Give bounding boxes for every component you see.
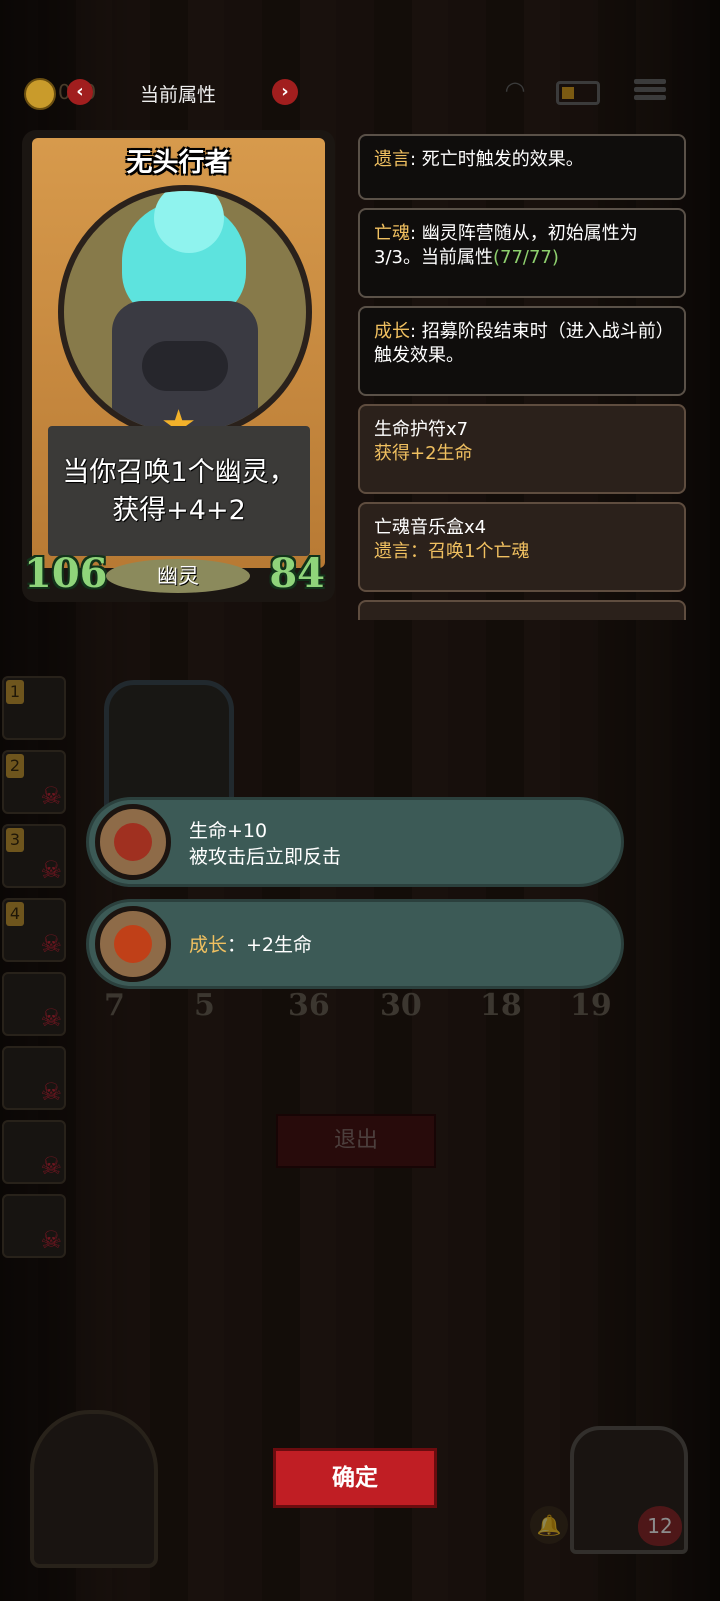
ability-text: 当你召唤1个幽灵， 获得+4+2 (48, 454, 310, 530)
tribe-label: 幽灵 (106, 559, 250, 593)
upgrade-line: ：+2生命 (227, 934, 313, 956)
upgrade-text: 生命+10 被攻击后立即反击 (189, 818, 341, 870)
ability-line: 当你召唤1个幽灵， (62, 457, 296, 488)
top-bar: 020 ‹ 当前属性 › ◠ (0, 70, 720, 120)
tooltip-keyword: 成长: 招募阶段结束时（进入战斗前）触发效果。 (358, 306, 686, 396)
tooltip-item: 亡魂音乐盒x4 遗言：召唤1个亡魂 (358, 502, 686, 592)
menu-icon[interactable] (634, 76, 666, 106)
upgrade-bar[interactable]: 成长：+2生命 (86, 899, 624, 989)
meat-icon (95, 804, 171, 880)
item-title: 生命护符x7 (374, 419, 469, 440)
tooltip-text: : 死亡时触发的效果。 (410, 149, 584, 170)
item-desc: 获得+2生命 (374, 443, 473, 464)
tooltip-item (358, 600, 686, 620)
card-stats: 106 幽灵 84 (22, 550, 335, 600)
tooltip-keyword-label: 遗言 (374, 149, 410, 170)
upgrade-keyword: 成长 (189, 934, 228, 956)
tooltip-keyword: 遗言: 死亡时触发的效果。 (358, 134, 686, 200)
ghost-flame-top (154, 191, 224, 253)
confirm-button[interactable]: 确定 (273, 1448, 437, 1508)
battery-icon (556, 81, 600, 105)
ability-line: 获得+4+2 (112, 495, 246, 526)
prev-arrow-button[interactable]: ‹ (67, 79, 93, 105)
page-title: 当前属性 (140, 84, 217, 106)
minion-card: 无头行者 ★ 当你召唤1个幽灵， 获得+4+2 106 幽灵 84 (22, 130, 335, 602)
attack-value: 106 (24, 550, 108, 597)
tooltip-keyword-label: 成长 (374, 321, 410, 342)
tooltip-current-stats: (77/77) (492, 247, 559, 268)
card-name: 无头行者 (126, 148, 231, 178)
upgrade-text: 成长：+2生命 (189, 932, 312, 958)
keyword-tooltips: 遗言: 死亡时触发的效果。 亡魂: 幽灵阵营随从，初始属性为3/3。当前属性(7… (358, 134, 690, 620)
wifi-icon: ◠ (504, 76, 526, 104)
helmet-face (142, 341, 228, 391)
tooltip-keyword-label: 亡魂 (374, 223, 410, 244)
upgrade-line: 生命+10 (189, 820, 268, 842)
upgrade-bar[interactable]: 生命+10 被攻击后立即反击 (86, 797, 624, 887)
item-desc: 遗言：召唤1个亡魂 (374, 541, 530, 562)
tooltip-text: : 招募阶段结束时（进入战斗前）触发效果。 (374, 321, 665, 366)
tooltip-item: 生命护符x7 获得+2生命 (358, 404, 686, 494)
coin-icon (24, 78, 56, 110)
growth-orb-icon (95, 906, 171, 982)
upgrade-line: 被攻击后立即反击 (189, 846, 342, 868)
item-title: 亡魂音乐盒x4 (374, 517, 487, 538)
health-value: 84 (269, 550, 325, 597)
tooltip-keyword: 亡魂: 幽灵阵营随从，初始属性为3/3。当前属性(77/77) (358, 208, 686, 298)
minion-portrait (58, 185, 312, 439)
next-arrow-button[interactable]: › (272, 79, 298, 105)
